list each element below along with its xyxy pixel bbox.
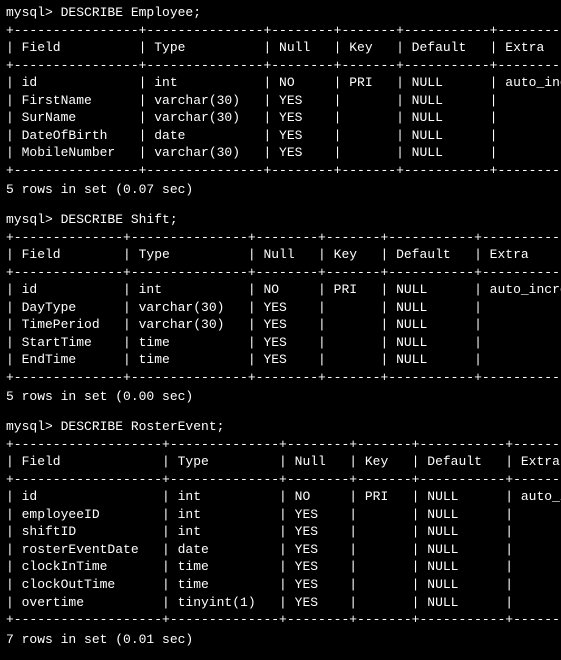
mysql-prompt: mysql> DESCRIBE Shift; (6, 211, 555, 229)
table-header-row: | Field | Type | Null | Key | Default | … (6, 39, 555, 57)
table-separator: +----------------+---------------+------… (6, 22, 555, 40)
table-separator: +-------------------+--------------+----… (6, 471, 555, 489)
table-row: | clockInTime | time | YES | | NULL | | (6, 558, 555, 576)
table-separator: +--------------+---------------+--------… (6, 229, 555, 247)
rows-in-set: 5 rows in set (0.07 sec) (6, 181, 555, 199)
table-separator: +----------------+---------------+------… (6, 57, 555, 75)
table-row: | clockOutTime | time | YES | | NULL | | (6, 576, 555, 594)
table-row: | rosterEventDate | date | YES | | NULL … (6, 541, 555, 559)
table-row: | id | int | NO | PRI | NULL | auto_incr… (6, 74, 555, 92)
rows-in-set: 7 rows in set (0.01 sec) (6, 631, 555, 649)
terminal-output: mysql> DESCRIBE Employee;+--------------… (0, 0, 561, 660)
table-row: | shiftID | int | YES | | NULL | | (6, 523, 555, 541)
table-separator: +--------------+---------------+--------… (6, 369, 555, 387)
table-separator: +-------------------+--------------+----… (6, 611, 555, 629)
table-row: | DateOfBirth | date | YES | | NULL | | (6, 127, 555, 145)
blank-line (6, 201, 555, 211)
table-row: | id | int | NO | PRI | NULL | auto_incr… (6, 281, 555, 299)
table-separator: +-------------------+--------------+----… (6, 436, 555, 454)
table-header-row: | Field | Type | Null | Key | Default | … (6, 453, 555, 471)
mysql-prompt: mysql> DESCRIBE RosterEvent; (6, 418, 555, 436)
table-row: | employeeID | int | YES | | NULL | | (6, 506, 555, 524)
table-row: | EndTime | time | YES | | NULL | | (6, 351, 555, 369)
blank-line (6, 408, 555, 418)
table-separator: +----------------+---------------+------… (6, 162, 555, 180)
table-row: | DayType | varchar(30) | YES | | NULL |… (6, 299, 555, 317)
table-row: | MobileNumber | varchar(30) | YES | | N… (6, 144, 555, 162)
mysql-prompt: mysql> DESCRIBE Employee; (6, 4, 555, 22)
table-row: | SurName | varchar(30) | YES | | NULL |… (6, 109, 555, 127)
table-row: | StartTime | time | YES | | NULL | | (6, 334, 555, 352)
table-row: | overtime | tinyint(1) | YES | | NULL |… (6, 594, 555, 612)
table-row: | FirstName | varchar(30) | YES | | NULL… (6, 92, 555, 110)
rows-in-set: 5 rows in set (0.00 sec) (6, 388, 555, 406)
table-row: | id | int | NO | PRI | NULL | auto_incr… (6, 488, 555, 506)
table-separator: +--------------+---------------+--------… (6, 264, 555, 282)
table-row: | TimePeriod | varchar(30) | YES | | NUL… (6, 316, 555, 334)
table-header-row: | Field | Type | Null | Key | Default | … (6, 246, 555, 264)
